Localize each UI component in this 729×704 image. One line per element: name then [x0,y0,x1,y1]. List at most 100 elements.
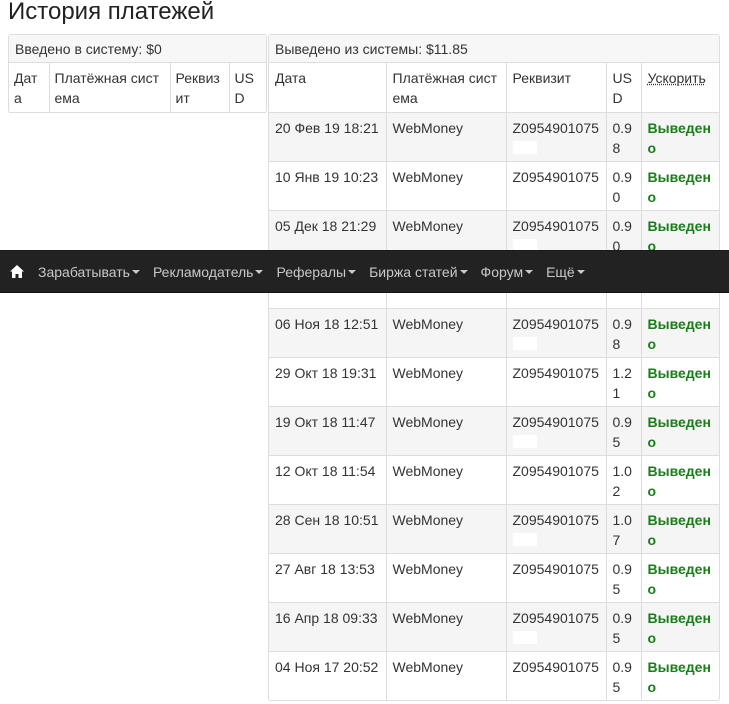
nav-more[interactable]: Ещё [546,264,585,280]
cell-rekv: Z0954901075 [506,161,607,211]
cell-date-text: 20 Фев 19 18:21 [275,119,379,136]
cell-system-text: WebMoney [392,560,464,577]
redacted-mask [512,532,537,546]
cell-system: WebMoney [386,504,507,554]
deposits-header-row: Дата Платёжная система Реквизит USD [9,63,266,113]
nav-more-label: Ещё [546,263,575,280]
withdrawals-table: Дата Платёжная система Реквизит USD Уско… [269,63,719,700]
nav-referrals-label: Рефералы [276,263,347,280]
cell-date-text: 12 Окт 18 11:54 [275,462,376,479]
cell-status: Выведено [641,357,719,407]
cell-usd-text: 0.90 [612,217,632,254]
cell-status-text: Выведено [647,462,711,499]
cell-date: 12 Окт 18 11:54 [269,455,387,505]
cell-date-text: 19 Окт 18 11:47 [275,413,376,430]
cell-status-text: Выведено [647,560,711,597]
withdrawals-heading: Выведено из системы: $11.85 [269,35,719,63]
cell-date-text: 06 Ноя 18 12:51 [275,315,379,332]
cell-rekv: Z0954901075 [506,651,607,700]
cell-usd-text: 0.95 [612,658,632,695]
table-row: 28 Сен 18 10:51 WebMoney Z0954901075 1.07 Вы… [269,504,719,554]
cell-date: 28 Сен 18 10:51 [269,504,387,554]
chevron-down-icon [131,269,140,274]
table-row: 04 Ноя 17 20:52 WebMoney Z0954901075 0.95 Вы… [269,651,719,700]
cell-system-text: WebMoney [392,168,464,185]
cell-usd: 0.95 [606,602,642,652]
cell-system: WebMoney [386,112,507,162]
cell-status: Выведено [641,602,719,652]
cell-date: 27 Авг 18 13:53 [269,553,387,603]
cell-rekv: Z0954901075 [506,553,607,603]
deposits-table: Дата Платёжная система Реквизит USD [9,63,266,113]
table-row: 16 Апр 18 09:33 WebMoney Z0954901075 0.95 Вы… [269,602,719,652]
cell-status-text: Выведено [647,364,711,401]
cell-system: WebMoney [386,553,507,603]
home-icon[interactable] [10,264,26,280]
withdrawals-header-row: Дата Платёжная система Реквизит USD Уско… [269,63,719,113]
withdrawals-col-rekv: Реквизит [506,63,607,113]
table-row: 12 Окт 18 11:54 WebMoney Z0954901075 1.02 Вы… [269,455,719,505]
cell-date: 04 Ноя 17 20:52 [269,651,387,700]
cell-rekv: Z0954901075 [506,406,607,456]
cell-date-text: 29 Окт 18 19:31 [275,364,377,381]
cell-status: Выведено [641,504,719,554]
withdrawals-panel: Выведено из системы: $11.85 Дата Платёжн… [268,34,720,701]
cell-usd-text: 0.98 [612,119,632,156]
withdrawals-col-system: Платёжная система [386,63,507,113]
cell-usd-text: 1.21 [612,364,632,401]
nav-forum-label: Форум [480,263,524,280]
cell-usd-text: 0.98 [612,315,632,352]
cell-usd: 0.90 [606,161,642,211]
cell-status: Выведено [641,406,719,456]
cell-rekv-text: Z0954901075 [512,413,599,430]
cell-date-text: 28 Сен 18 10:51 [275,511,379,528]
cell-usd: 0.95 [606,651,642,700]
cell-status: Выведено [641,651,719,700]
cell-date: 10 Янв 19 10:23 [269,161,387,211]
cell-system: WebMoney [386,602,507,652]
cell-system: WebMoney [386,308,507,358]
cell-date: 19 Окт 18 11:47 [269,406,387,456]
nav-referrals[interactable]: Рефералы [276,263,357,280]
speed-up-link[interactable]: Ускорить [648,70,706,86]
cell-status: Выведено [641,455,719,505]
nav-earn[interactable]: Зарабатывать [38,264,140,280]
cell-system: WebMoney [386,651,507,700]
cell-status-text: Выведено [647,217,711,254]
cell-status-text: Выведено [647,511,711,548]
cell-rekv: Z0954901075 [506,602,607,652]
cell-rekv-text: Z0954901075 [512,609,599,626]
cell-system: WebMoney [386,455,507,505]
withdrawals-col-speedup[interactable]: Ускорить [641,63,719,113]
cell-date-text: 16 Апр 18 09:33 [275,609,378,626]
cell-status-text: Выведено [647,119,711,156]
cell-usd: 1.07 [606,504,642,554]
cell-rekv: Z0954901075 [506,455,607,505]
cell-date-text: 10 Янв 19 10:23 [275,168,379,185]
cell-rekv-text: Z0954901075 [512,658,599,675]
nav-article-exchange[interactable]: Биржа статей [369,263,468,280]
deposits-heading: Введено в систему: $0 [9,35,266,63]
chevron-down-icon [348,269,357,274]
nav-advertiser[interactable]: Рекламодатель [153,264,264,280]
redacted-mask [512,385,537,399]
nav-article-exchange-label: Биржа статей [369,263,458,280]
nav-forum[interactable]: Форум [481,264,534,280]
cell-system-text: WebMoney [392,511,464,528]
cell-rekv: Z0954901075 [506,357,607,407]
withdrawals-col-date: Дата [269,63,387,113]
cell-usd-text: 0.95 [612,413,632,450]
cell-usd: 0.95 [606,406,642,456]
cell-rekv: Z0954901075 [506,504,607,554]
redacted-mask [512,581,537,595]
redacted-mask [512,679,537,693]
cell-date: 20 Фев 19 18:21 [269,112,387,162]
cell-usd-text: 0.90 [612,168,632,205]
cell-usd-text: 0.95 [612,609,632,646]
cell-usd: 0.98 [606,112,642,162]
cell-status: Выведено [641,112,719,162]
cell-rekv-text: Z0954901075 [512,217,599,234]
cell-system-text: WebMoney [392,609,464,626]
cell-system-text: WebMoney [392,119,464,136]
redacted-mask [512,434,537,448]
